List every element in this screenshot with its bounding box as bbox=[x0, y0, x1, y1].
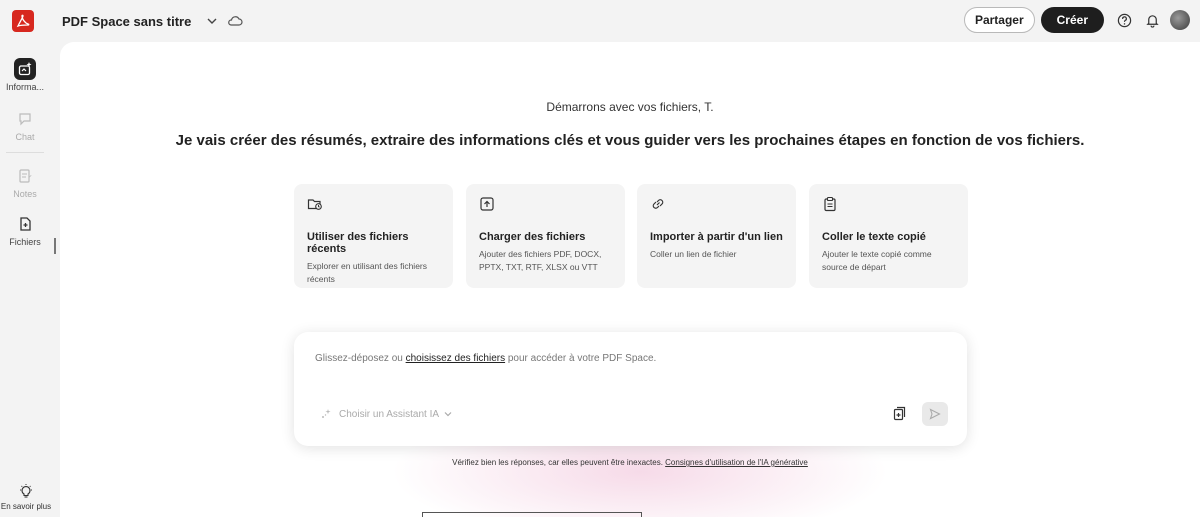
card-import-link[interactable]: Importer à partir d'un lien Coller un li… bbox=[637, 184, 796, 288]
create-button[interactable]: Créer bbox=[1040, 7, 1104, 33]
rail-item-informations[interactable]: Informa... bbox=[0, 58, 50, 92]
ai-disclaimer: Vérifiez bien les réponses, car elles pe… bbox=[60, 458, 1200, 467]
sparkle-icon bbox=[322, 409, 331, 418]
greeting-text: Démarrons avec vos fichiers, T. bbox=[546, 100, 714, 114]
card-title: Coller le texte copié bbox=[822, 231, 926, 243]
avatar[interactable] bbox=[1170, 10, 1190, 30]
rail-item-label: Fichiers bbox=[9, 237, 41, 247]
document-title[interactable]: PDF Space sans titre bbox=[62, 14, 191, 29]
page-headline: Je vais créer des résumés, extraire des … bbox=[175, 132, 1085, 149]
send-button[interactable] bbox=[922, 402, 948, 426]
rail-divider bbox=[6, 152, 44, 153]
dropzone-text-before: Glissez-déposez ou bbox=[315, 353, 406, 364]
rail-item-notes[interactable]: Notes bbox=[0, 165, 50, 199]
chevron-down-icon bbox=[444, 412, 452, 417]
rail-item-label: Notes bbox=[13, 189, 37, 199]
cloud-icon bbox=[228, 16, 243, 26]
chevron-down-icon[interactable] bbox=[205, 14, 219, 28]
recent-folder-icon bbox=[307, 199, 322, 210]
learn-more-label: En savoir plus bbox=[0, 502, 52, 511]
card-title: Charger des fichiers bbox=[479, 231, 586, 243]
rail-item-label: Chat bbox=[15, 132, 35, 142]
bell-icon[interactable] bbox=[1144, 12, 1160, 28]
acrobat-logo-icon[interactable] bbox=[12, 10, 34, 32]
attach-file-icon[interactable] bbox=[892, 406, 908, 422]
card-description: Ajouter des fichiers PDF, DOCX, PPTX, TX… bbox=[479, 249, 602, 272]
prompt-box[interactable]: Glissez-déposez ou choisissez des fichie… bbox=[294, 332, 967, 446]
card-title: Utiliser des fichiers récents bbox=[307, 231, 409, 255]
card-paste-text[interactable]: Coller le texte copié Ajouter le texte c… bbox=[809, 184, 968, 288]
send-icon bbox=[929, 408, 941, 420]
rail-item-fichiers[interactable]: Fichiers bbox=[0, 213, 50, 247]
card-description: Coller un lien de fichier bbox=[650, 249, 737, 259]
dropzone-text-after: pour accéder à votre PDF Space. bbox=[505, 353, 657, 364]
bottom-panel-edge bbox=[422, 512, 642, 517]
card-description: Explorer en utilisant des fichiers récen… bbox=[307, 261, 428, 284]
upload-icon bbox=[480, 197, 494, 211]
main-panel: Démarrons avec vos fichiers, T. Je vais … bbox=[60, 42, 1200, 517]
choose-files-link[interactable]: choisissez des fichiers bbox=[406, 353, 505, 364]
clipboard-icon bbox=[824, 196, 836, 212]
top-bar: PDF Space sans titre Partager Créer bbox=[0, 0, 1200, 42]
card-title: Importer à partir d'un lien bbox=[650, 231, 783, 243]
notes-icon bbox=[14, 165, 36, 187]
ai-guidelines-link[interactable]: Consignes d'utilisation de l'IA générati… bbox=[665, 458, 808, 467]
chat-icon bbox=[14, 108, 36, 130]
rail-item-chat[interactable]: Chat bbox=[0, 108, 50, 142]
card-description: Ajouter le texte copié comme source de d… bbox=[822, 249, 932, 272]
share-button[interactable]: Partager bbox=[963, 7, 1035, 33]
learn-more-button[interactable]: En savoir plus bbox=[0, 484, 52, 511]
disclaimer-text: Vérifiez bien les réponses, car elles pe… bbox=[452, 458, 666, 467]
files-icon bbox=[14, 213, 36, 235]
assistant-picker[interactable]: Choisir un Assistant IA bbox=[319, 407, 453, 421]
lightbulb-icon bbox=[20, 484, 32, 498]
link-icon bbox=[652, 199, 664, 209]
left-rail: Informa... Chat Notes Fichiers bbox=[0, 42, 60, 517]
help-icon[interactable] bbox=[1116, 12, 1132, 28]
card-upload-files[interactable]: Charger des fichiers Ajouter des fichier… bbox=[466, 184, 625, 288]
ai-sparkle-icon bbox=[14, 58, 36, 80]
card-recent-files[interactable]: Utiliser des fichiers récents Explorer e… bbox=[294, 184, 453, 288]
panel-resize-handle[interactable] bbox=[54, 238, 56, 254]
rail-item-label: Informa... bbox=[5, 82, 44, 92]
dropzone-text: Glissez-déposez ou choisissez des fichie… bbox=[315, 353, 656, 364]
assistant-label: Choisir un Assistant IA bbox=[339, 408, 440, 420]
